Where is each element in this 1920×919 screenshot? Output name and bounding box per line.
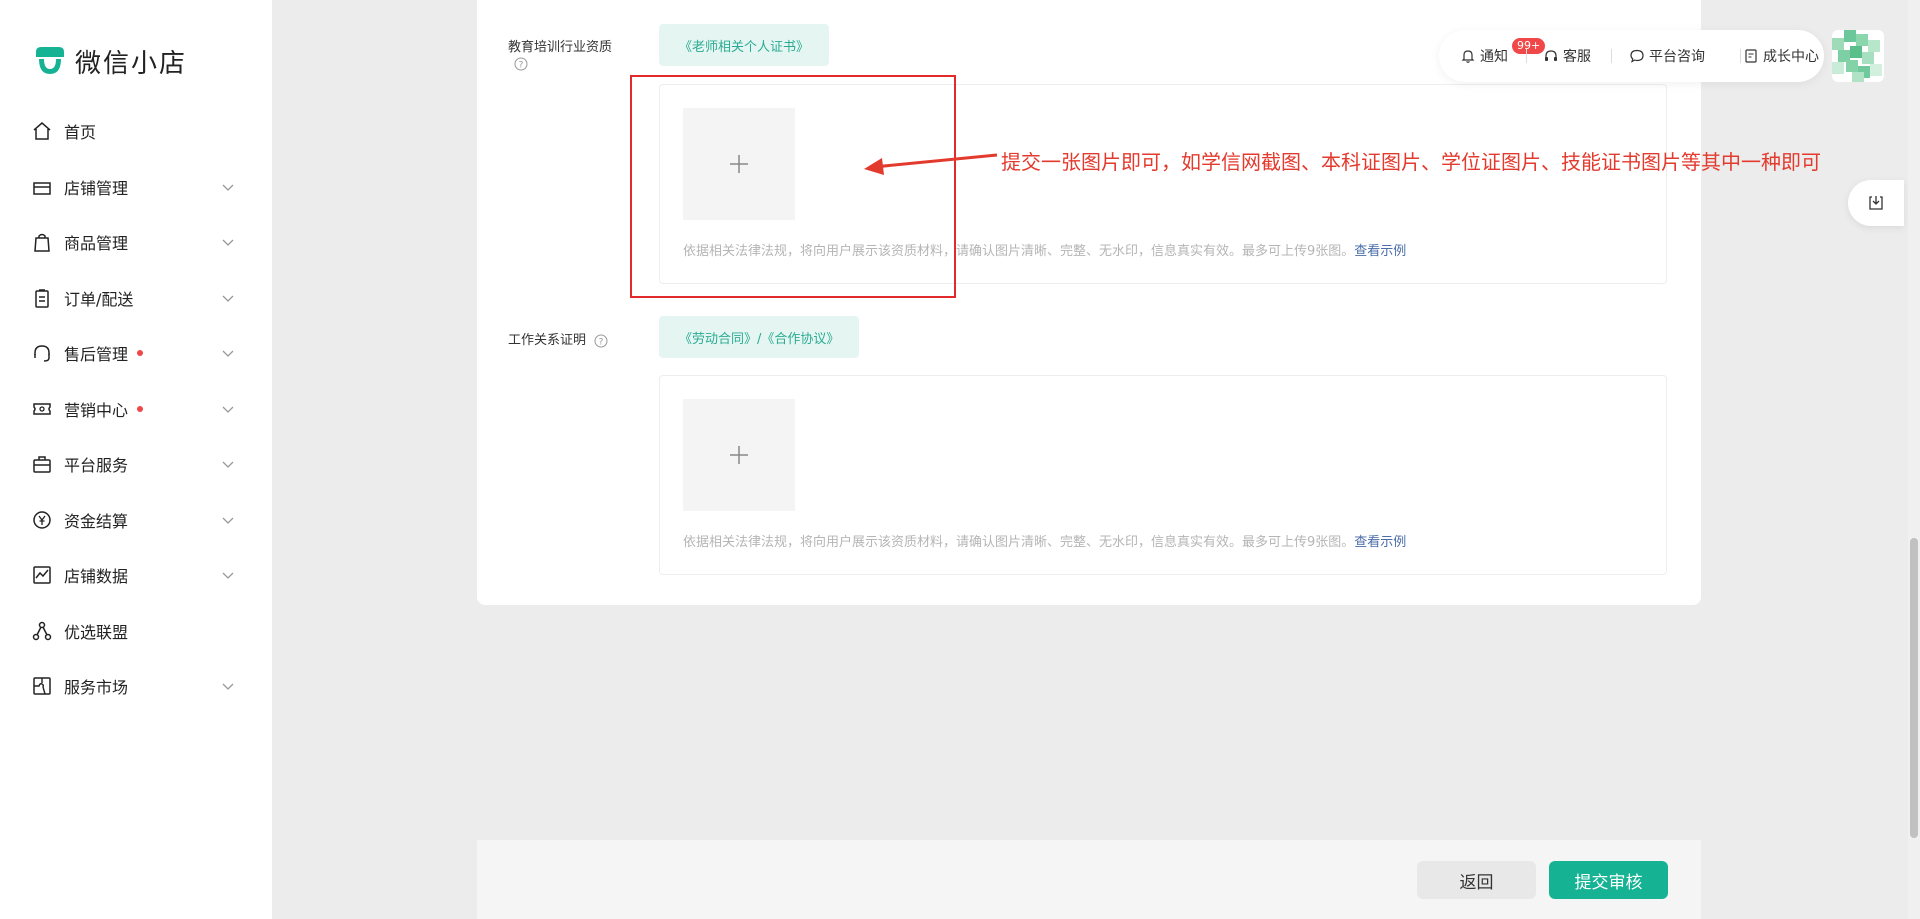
app-logo[interactable]: 微信小店 [31, 42, 187, 80]
chevron-down-icon[interactable] [221, 568, 235, 582]
chevron-down-icon[interactable] [221, 346, 235, 360]
work-contract-tag[interactable]: 《劳动合同》/《合作协议》 [659, 316, 860, 358]
clipboard-icon [31, 287, 53, 309]
sidebar-item-label: 优选联盟 [64, 622, 129, 642]
svg-text:?: ? [519, 61, 524, 71]
chevron-down-icon[interactable] [221, 180, 235, 194]
network-icon [31, 620, 53, 642]
store-icon [31, 176, 53, 198]
sidebar-item-label: 平台服务 [64, 456, 129, 475]
notification-dot [137, 350, 143, 356]
sidebar-item-label: 服务市场 [64, 678, 129, 697]
top-toolbar: 通知 99+ 客服 平台咨询 成长中心 [1439, 30, 1824, 82]
sidebar-item-1[interactable]: 首页 [0, 111, 272, 151]
sidebar-item-label: 首页 [64, 123, 97, 142]
chat-bubble-icon [1630, 49, 1644, 63]
bottom-action-bar: 返回 提交审核 [477, 840, 1701, 919]
sidebar-item-label: 售后管理 [64, 345, 129, 364]
work-upload-button[interactable] [683, 399, 795, 511]
sidebar-item-9[interactable]: 店铺数据 [0, 555, 272, 595]
work-hint-text: 依据相关法律法规，将向用户展示该资质材料，请确认图片清晰、完整、无水印，信息真实… [683, 535, 1355, 550]
notification-dot [137, 405, 143, 412]
sidebar-item-label: 店铺数据 [64, 567, 129, 586]
work-view-example-link[interactable]: 查看示例 [1354, 535, 1406, 550]
chart-icon [31, 564, 53, 586]
back-button[interactable]: 返回 [1417, 861, 1536, 899]
sidebar-item-3[interactable]: 商品管理 [0, 222, 272, 262]
help-icon[interactable]: ? [514, 57, 528, 71]
user-avatar[interactable] [1832, 30, 1884, 82]
sidebar-item-label: 营销中心 [64, 400, 129, 420]
work-relation-label: 工作关系证明 ? [508, 329, 608, 348]
toolbar-divider [1526, 49, 1527, 63]
submit-review-button[interactable]: 提交审核 [1549, 861, 1668, 899]
shopping-bag-icon [31, 231, 53, 253]
briefcase-icon [31, 453, 53, 475]
annotation-highlight-box [630, 75, 956, 298]
sidebar-item-8[interactable]: 资金结算 [0, 500, 272, 540]
consult-label: 平台咨询 [1649, 49, 1705, 65]
help-icon[interactable]: ? [594, 334, 608, 348]
chevron-down-icon[interactable] [221, 679, 235, 693]
sidebar: 微信小店 首页店铺管理商品管理订单/配送售后管理营销中心平台服务资金结算店铺数据… [0, 0, 272, 919]
yuan-icon [31, 509, 53, 531]
notify-label: 通知 [1480, 49, 1508, 65]
chevron-down-icon[interactable] [221, 402, 235, 416]
plus-icon [730, 446, 748, 464]
chevron-down-icon[interactable] [221, 513, 235, 527]
download-icon [1869, 196, 1883, 210]
edu-cert-tag[interactable]: 《老师相关个人证书》 [659, 24, 830, 66]
platform-consult-button[interactable]: 平台咨询 [1629, 30, 1705, 82]
wechat-shop-logo-icon [31, 42, 69, 80]
app-name: 微信小店 [75, 48, 188, 79]
ticket-icon [31, 398, 53, 420]
home-icon [31, 120, 53, 142]
customer-service-button[interactable]: 客服 [1543, 30, 1591, 82]
notify-button[interactable]: 通知 99+ [1460, 30, 1546, 82]
edu-view-example-link[interactable]: 查看示例 [1354, 244, 1406, 259]
annotation-text: 提交一张图片即可，如学信网截图、本科证图片、学位证图片、技能证书图片等其中一种即… [1001, 150, 1821, 174]
download-button[interactable] [1848, 180, 1904, 226]
sidebar-item-11[interactable]: 服务市场 [0, 666, 272, 706]
sidebar-item-7[interactable]: 平台服务 [0, 444, 272, 484]
document-icon [1745, 49, 1757, 63]
work-relation-label-text: 工作关系证明 [508, 333, 587, 348]
edu-qualification-label: 教育培训行业资质 [508, 36, 612, 55]
service-label: 客服 [1563, 49, 1591, 65]
chevron-down-icon[interactable] [221, 235, 235, 249]
edu-qualification-label-text: 教育培训行业资质 [508, 40, 613, 55]
work-upload-panel: 依据相关法律法规，将向用户展示该资质材料，请确认图片清晰、完整、无水印，信息真实… [659, 375, 1667, 575]
notify-badge: 99+ [1512, 38, 1546, 54]
chevron-down-icon[interactable] [221, 291, 235, 305]
headset-icon [1545, 50, 1557, 61]
work-upload-hint: 依据相关法律法规，将向用户展示该资质材料，请确认图片清晰、完整、无水印，信息真实… [683, 531, 1406, 550]
sidebar-item-2[interactable]: 店铺管理 [0, 167, 272, 207]
headset-icon [31, 342, 53, 364]
sidebar-item-6[interactable]: 营销中心 [0, 389, 272, 429]
sidebar-item-label: 订单/配送 [64, 289, 134, 309]
sidebar-item-label: 商品管理 [64, 234, 129, 253]
puzzle-icon [31, 675, 53, 697]
toolbar-divider [1611, 49, 1612, 63]
sidebar-item-10[interactable]: 优选联盟 [0, 611, 272, 651]
sidebar-item-5[interactable]: 售后管理 [0, 333, 272, 373]
sidebar-item-4[interactable]: 订单/配送 [0, 278, 272, 318]
bell-icon [1461, 50, 1475, 63]
growth-center-button[interactable]: 成长中心 [1743, 30, 1819, 82]
svg-text:?: ? [599, 337, 604, 347]
growth-label: 成长中心 [1763, 49, 1819, 65]
chevron-down-icon[interactable] [221, 457, 235, 471]
scrollbar-thumb[interactable] [1910, 538, 1918, 838]
sidebar-item-label: 资金结算 [64, 511, 129, 531]
annotation-arrow-icon [864, 153, 998, 175]
toolbar-divider [1740, 49, 1741, 63]
sidebar-item-label: 店铺管理 [64, 178, 129, 198]
